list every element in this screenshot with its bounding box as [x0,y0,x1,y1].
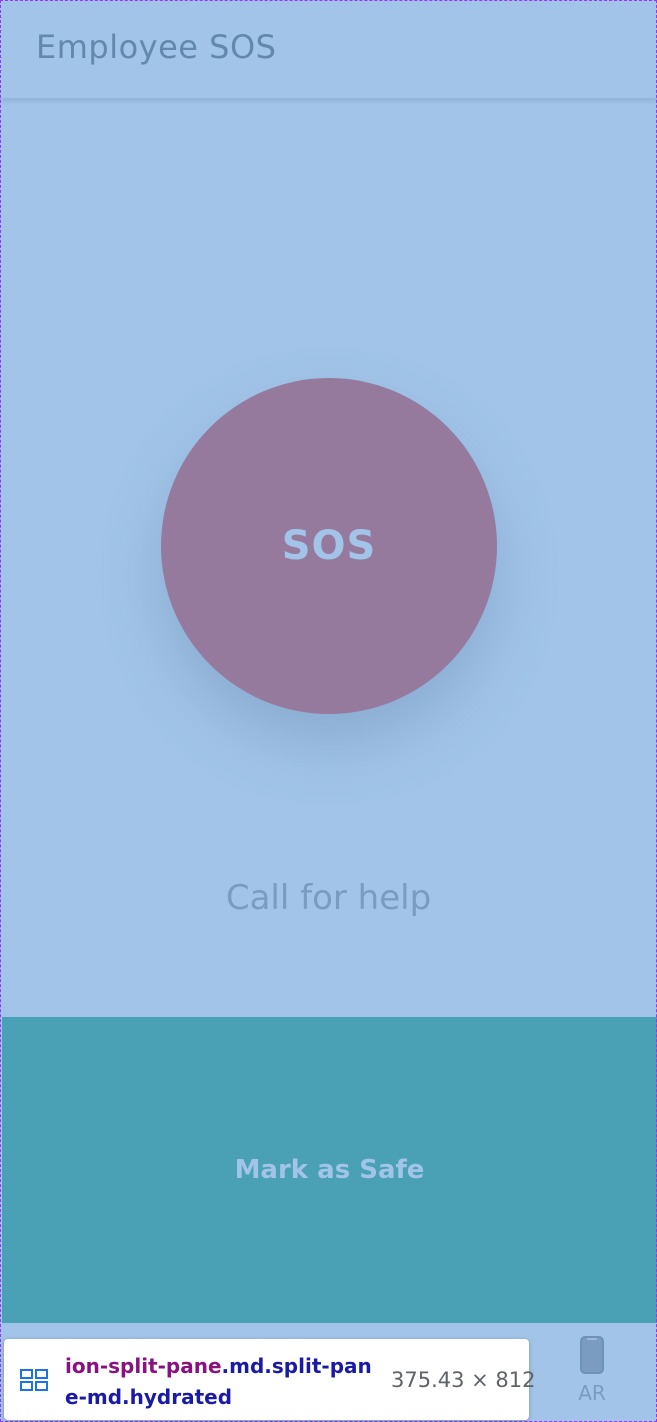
element-layout-icon [20,1369,48,1391]
device-toggle[interactable]: AR [565,1335,619,1415]
sos-button-label: SOS [281,523,377,569]
sos-button[interactable]: SOS [161,378,497,714]
devtools-element-tooltip: ion-split-pane.md.split-pane-md.hydrated… [4,1339,536,1420]
mark-as-safe-label: Mark as Safe [234,1155,425,1185]
app-screen: Employee SOS SOS Call for help Mark as S… [0,0,657,1422]
app-header: Employee SOS [0,0,657,99]
phone-icon [580,1336,604,1374]
selector-tag: ion-split-pane [65,1354,222,1378]
mark-as-safe-button[interactable]: Mark as Safe [2,1017,657,1323]
page-title: Employee SOS [36,28,277,66]
element-selector: ion-split-pane.md.split-pane-md.hydrated [65,1351,377,1413]
device-toggle-label: AR [578,1381,606,1405]
call-for-help-text: Call for help [225,878,432,918]
element-dimensions: 375.43 × 812 [391,1368,536,1392]
